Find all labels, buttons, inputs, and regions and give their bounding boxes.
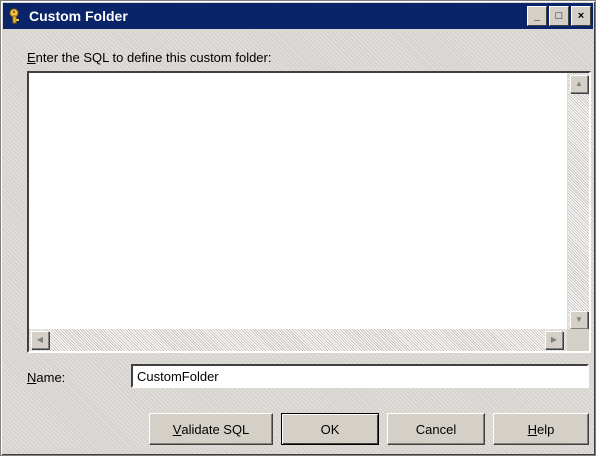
- help-mnemonic: H: [527, 421, 538, 437]
- horizontal-scrollbar[interactable]: ◀ ▶: [29, 329, 567, 351]
- sql-prompt-text: nter the SQL to define this custom folde…: [35, 50, 272, 65]
- validate-mnemonic: V: [172, 421, 182, 437]
- help-button[interactable]: Help: [493, 413, 589, 445]
- window-controls: _ □ ×: [527, 6, 591, 26]
- cancel-label: Cancel: [415, 421, 457, 437]
- folder-key-icon: [7, 7, 25, 25]
- scroll-right-button[interactable]: ▶: [545, 331, 563, 349]
- sql-text-area[interactable]: [31, 75, 567, 331]
- scrollbar-corner: [567, 329, 589, 351]
- validate-sql-button[interactable]: Validate SQL: [149, 413, 273, 445]
- arrow-up-icon: ▲: [575, 79, 583, 88]
- custom-folder-dialog: Custom Folder _ □ × Enter the SQL to def…: [0, 0, 596, 456]
- help-label: elp: [537, 421, 555, 437]
- arrow-down-icon: ▼: [575, 315, 583, 324]
- sql-prompt-mnemonic: E: [27, 50, 36, 65]
- scroll-left-button[interactable]: ◀: [31, 331, 49, 349]
- arrow-left-icon: ◀: [36, 335, 44, 344]
- name-input[interactable]: [131, 364, 589, 388]
- maximize-button[interactable]: □: [549, 6, 569, 26]
- name-label: Name:: [27, 370, 65, 385]
- minimize-button[interactable]: _: [527, 6, 547, 26]
- name-label-text: ame:: [36, 370, 66, 385]
- sql-editor[interactable]: ▲ ▼ ◀ ▶: [27, 71, 591, 353]
- vertical-scrollbar[interactable]: ▲ ▼: [567, 73, 589, 331]
- name-label-mnemonic: N: [27, 370, 37, 385]
- arrow-right-icon: ▶: [550, 335, 558, 344]
- scroll-up-button[interactable]: ▲: [570, 75, 588, 93]
- sql-prompt-label: Enter the SQL to define this custom fold…: [27, 50, 271, 65]
- ok-label: OK: [320, 421, 340, 437]
- window-title: Custom Folder: [29, 8, 128, 24]
- validate-label: alidate SQL: [181, 421, 250, 437]
- scroll-down-button[interactable]: ▼: [570, 311, 588, 329]
- close-button[interactable]: ×: [571, 6, 591, 26]
- ok-button[interactable]: OK: [281, 413, 379, 445]
- title-bar[interactable]: Custom Folder _ □ ×: [3, 3, 593, 29]
- cancel-button[interactable]: Cancel: [387, 413, 485, 445]
